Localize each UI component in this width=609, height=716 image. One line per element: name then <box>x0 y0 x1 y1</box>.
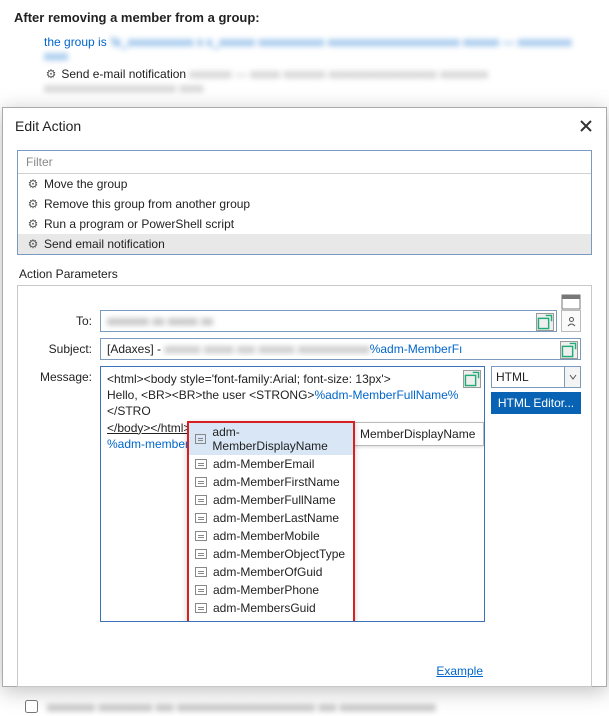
business-rule-summary: After removing a member from a group: th… <box>0 0 609 101</box>
browse-recipient-button[interactable] <box>561 310 581 332</box>
action-label: Send e-mail notification <box>61 67 189 81</box>
action-item-remove-group[interactable]: ⚙ Remove this group from another group <box>18 194 591 214</box>
example-link[interactable]: Example <box>436 664 483 678</box>
property-icon <box>195 603 207 613</box>
insert-token-button[interactable] <box>463 370 481 388</box>
to-label: To: <box>28 310 100 328</box>
action-item-label: Move the group <box>44 177 127 191</box>
property-icon <box>195 531 207 541</box>
action-item-label: Remove this group from another group <box>44 197 250 211</box>
autocomplete-label: adm-MemberLastName <box>213 511 339 525</box>
close-icon <box>580 120 592 132</box>
format-combo[interactable]: HTML <box>491 366 581 388</box>
autocomplete-label: adm-MembersGuid <box>213 601 316 615</box>
property-icon <box>195 477 207 487</box>
autocomplete-label: adm-MemberObjectType <box>213 547 345 561</box>
property-icon <box>195 513 207 523</box>
token-tooltip: MemberDisplayName <box>351 422 484 446</box>
rule-condition-line: the group is 'lx_xxxxxxxxxxx x x_xxxxxx … <box>14 33 595 65</box>
gear-icon: ⚙ <box>26 217 40 231</box>
to-input[interactable]: xxxxxxx xx xxxxx xx <box>100 310 557 332</box>
autocomplete-item[interactable]: adm-MemberUserName <box>189 617 353 622</box>
action-parameters-label: Action Parameters <box>19 267 606 281</box>
autocomplete-item[interactable]: adm-MemberDisplayName <box>189 423 353 455</box>
property-icon <box>195 567 207 577</box>
chevron-down-icon <box>564 367 580 387</box>
message-textarea[interactable]: <html><body style='font-family:Arial; fo… <box>100 366 485 622</box>
autocomplete-item[interactable]: adm-MemberEmail <box>189 455 353 473</box>
close-button[interactable] <box>574 114 598 138</box>
gear-icon: ⚙ <box>26 197 40 211</box>
panel-options-icon[interactable] <box>561 294 581 310</box>
option-checkbox[interactable] <box>25 700 38 713</box>
autocomplete-label: adm-MemberFirstName <box>213 475 340 489</box>
option-checkbox-row: xxxxxxxx xxxxxxxxx xxx xxxxxxxxxxxxxxxxx… <box>21 697 588 716</box>
insert-token-button[interactable] <box>536 313 554 331</box>
action-parameters-frame: To: xxxxxxx xx xxxxx xx Subject: [Adaxes… <box>17 285 592 687</box>
edit-action-dialog: Edit Action Filter ⚙ Move the group ⚙ Re… <box>2 107 607 687</box>
gear-icon: ⚙ <box>26 177 40 191</box>
property-icon <box>195 495 207 505</box>
token-autocomplete-list[interactable]: adm-MemberDisplayName adm-MemberEmail ad… <box>187 421 355 622</box>
format-combo-value: HTML <box>496 370 529 384</box>
insert-token-button[interactable] <box>560 341 578 359</box>
condition-value: 'lx_xxxxxxxxxxx x x_xxxxxx xxxxxxxxxxx x… <box>44 35 572 63</box>
subject-label: Subject: <box>28 338 100 356</box>
autocomplete-label: adm-MemberDisplayName <box>212 425 347 453</box>
subject-input[interactable]: [Adaxes] - xxxxxx xxxxx xxx xxxxxx xxxxx… <box>100 338 581 360</box>
gear-icon: ⚙ <box>26 237 40 251</box>
filter-input[interactable]: Filter <box>18 151 591 174</box>
action-item-send-email[interactable]: ⚙ Send email notification <box>18 234 591 254</box>
action-item-label: Send email notification <box>44 237 165 251</box>
autocomplete-label: adm-MemberOfGuid <box>213 565 322 579</box>
property-icon <box>195 459 207 469</box>
autocomplete-label: adm-MemberEmail <box>213 457 314 471</box>
autocomplete-label: adm-MemberMobile <box>213 529 320 543</box>
autocomplete-item[interactable]: adm-MemberObjectType <box>189 545 353 563</box>
action-list[interactable]: ⚙ Move the group ⚙ Remove this group fro… <box>18 174 591 254</box>
action-item-label: Run a program or PowerShell script <box>44 217 234 231</box>
autocomplete-item[interactable]: adm-MemberOfGuid <box>189 563 353 581</box>
property-icon <box>195 549 207 559</box>
subject-value: [Adaxes] - xxxxxx xxxxx xxx xxxxxx xxxxx… <box>107 342 554 356</box>
action-picker: Filter ⚙ Move the group ⚙ Remove this gr… <box>17 150 592 255</box>
autocomplete-label: adm-MemberFullName <box>213 493 336 507</box>
autocomplete-item[interactable]: adm-MemberLastName <box>189 509 353 527</box>
action-item-run-program[interactable]: ⚙ Run a program or PowerShell script <box>18 214 591 234</box>
autocomplete-item[interactable]: adm-MemberPhone <box>189 581 353 599</box>
gear-icon: ⚙ <box>44 67 58 81</box>
rule-heading: After removing a member from a group: <box>14 10 595 25</box>
property-icon <box>195 621 207 622</box>
autocomplete-label: adm-MemberUserName <box>213 619 342 622</box>
property-icon <box>195 434 206 444</box>
rule-action-line: ⚙ Send e-mail notification xxxxxxx — xxx… <box>14 65 595 97</box>
to-value: xxxxxxx xx xxxxx xx <box>107 314 530 328</box>
autocomplete-item[interactable]: adm-MemberFullName <box>189 491 353 509</box>
condition-prefix: the group is <box>44 35 110 49</box>
autocomplete-item[interactable]: adm-MemberFirstName <box>189 473 353 491</box>
autocomplete-item[interactable]: adm-MemberMobile <box>189 527 353 545</box>
autocomplete-item[interactable]: adm-MembersGuid <box>189 599 353 617</box>
message-label: Message: <box>28 366 100 384</box>
html-editor-button[interactable]: HTML Editor... <box>491 392 581 414</box>
property-icon <box>195 585 207 595</box>
autocomplete-label: adm-MemberPhone <box>213 583 319 597</box>
action-item-move-group[interactable]: ⚙ Move the group <box>18 174 591 194</box>
option-checkbox-label: xxxxxxxx xxxxxxxxx xxx xxxxxxxxxxxxxxxxx… <box>47 700 436 714</box>
dialog-title: Edit Action <box>15 118 574 134</box>
